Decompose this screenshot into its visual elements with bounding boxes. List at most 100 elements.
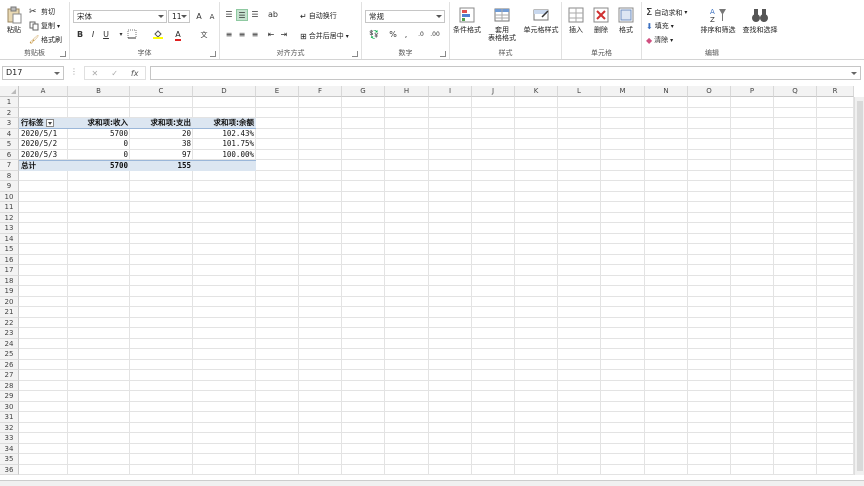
row-header-15[interactable]: 15 [0, 244, 19, 255]
pivot-row-cell[interactable]: 2020/5/3 [19, 150, 68, 161]
insert-button[interactable]: 插入 [564, 6, 588, 34]
increase-decimal-button[interactable]: .0 [415, 29, 427, 41]
align-bottom-button[interactable]: ☰ [249, 9, 261, 21]
row-header-33[interactable]: 33 [0, 433, 19, 444]
find-select-button[interactable]: 查找和选择 [738, 6, 782, 34]
scrollbar-thumb[interactable] [857, 101, 863, 471]
row-header-36[interactable]: 36 [0, 464, 19, 475]
align-right-button[interactable]: ≡ [249, 29, 261, 41]
column-header-g[interactable]: G [342, 86, 385, 97]
pivot-total-cell[interactable]: 155 [130, 160, 193, 171]
pivot-row-cell[interactable]: 0 [68, 139, 130, 150]
expand-formula-icon[interactable] [851, 72, 857, 75]
phonetic-button[interactable]: 文 [198, 29, 210, 41]
bold-button[interactable]: B [74, 29, 86, 41]
border-button[interactable] [126, 29, 138, 41]
decrease-decimal-button[interactable]: .00 [429, 29, 441, 41]
sheet-tab-bar[interactable] [0, 480, 864, 486]
pivot-header-cell[interactable]: 行标签 [19, 118, 68, 129]
row-header-28[interactable]: 28 [0, 380, 19, 391]
format-button[interactable]: 格式 [614, 6, 638, 34]
font-color-button[interactable]: A [172, 29, 184, 41]
pivot-total-cell[interactable]: 总计 [19, 160, 68, 171]
row-header-7[interactable]: 7 [0, 160, 19, 171]
column-header-o[interactable]: O [688, 86, 731, 97]
pivot-row-cell[interactable]: 97 [130, 150, 193, 161]
column-header-c[interactable]: C [130, 86, 193, 97]
row-header-21[interactable]: 21 [0, 307, 19, 318]
pivot-row-cell[interactable]: 101.75% [193, 139, 256, 150]
font-size-combo[interactable]: 11 [168, 10, 190, 23]
row-header-34[interactable]: 34 [0, 443, 19, 454]
pivot-header-cell[interactable]: 求和项:余额 [193, 118, 256, 129]
column-header-i[interactable]: I [429, 86, 472, 97]
autosum-button[interactable]: Σ 自动求和 ▾ [646, 7, 687, 18]
row-header-14[interactable]: 14 [0, 233, 19, 244]
comma-style-button[interactable]: , [400, 29, 412, 41]
number-format-combo[interactable]: 常规 [365, 10, 445, 23]
row-header-25[interactable]: 25 [0, 349, 19, 360]
font-launcher-icon[interactable] [210, 51, 216, 57]
formula-bar-grip[interactable]: ⋮ [70, 67, 78, 76]
align-center-button[interactable]: ≡ [236, 29, 248, 41]
merge-center-button[interactable]: ⊞ 合并后居中 ▾ [300, 31, 349, 41]
clipboard-launcher-icon[interactable] [60, 51, 66, 57]
column-header-e[interactable]: E [256, 86, 299, 97]
column-header-f[interactable]: F [299, 86, 342, 97]
filter-dropdown-icon[interactable] [45, 119, 54, 127]
font-name-combo[interactable]: 宋体 [73, 10, 167, 23]
name-box[interactable]: D17 [2, 66, 64, 80]
row-header-12[interactable]: 12 [0, 212, 19, 223]
pivot-row-cell[interactable]: 0 [68, 150, 130, 161]
pivot-row-cell[interactable]: 2020/5/2 [19, 139, 68, 150]
row-header-26[interactable]: 26 [0, 359, 19, 370]
row-header-13[interactable]: 13 [0, 223, 19, 234]
shrink-font-button[interactable]: A [206, 11, 218, 23]
cell-styles-button[interactable]: 单元格样式 [520, 6, 562, 34]
align-middle-button[interactable]: ☰ [236, 9, 248, 21]
row-header-31[interactable]: 31 [0, 412, 19, 423]
vertical-scrollbar[interactable] [854, 97, 864, 475]
formula-input[interactable] [150, 66, 861, 80]
row-header-2[interactable]: 2 [0, 107, 19, 118]
row-header-17[interactable]: 17 [0, 265, 19, 276]
pivot-header-cell[interactable]: 求和项:收入 [68, 118, 130, 129]
italic-button[interactable]: I [87, 29, 99, 41]
column-header-q[interactable]: Q [774, 86, 817, 97]
row-header-16[interactable]: 16 [0, 254, 19, 265]
decrease-indent-button[interactable]: ⇤ [265, 29, 277, 41]
column-header-n[interactable]: N [645, 86, 688, 97]
column-header-h[interactable]: H [385, 86, 429, 97]
cut-button[interactable]: ✂ 剪切 [29, 7, 55, 17]
row-header-4[interactable]: 4 [0, 128, 19, 139]
accounting-format-button[interactable]: 💱 [365, 29, 383, 41]
conditional-formatting-button[interactable]: 条件格式 [450, 6, 484, 34]
row-header-20[interactable]: 20 [0, 296, 19, 307]
column-header-k[interactable]: K [515, 86, 558, 97]
row-header-24[interactable]: 24 [0, 338, 19, 349]
underline-button[interactable]: U [100, 29, 112, 41]
row-header-19[interactable]: 19 [0, 286, 19, 297]
row-header-35[interactable]: 35 [0, 454, 19, 465]
row-header-1[interactable]: 1 [0, 97, 19, 108]
row-header-30[interactable]: 30 [0, 401, 19, 412]
column-header-r[interactable]: R [817, 86, 854, 97]
row-header-8[interactable]: 8 [0, 170, 19, 181]
select-all-corner[interactable] [0, 86, 19, 97]
pivot-row-cell[interactable]: 38 [130, 139, 193, 150]
delete-button[interactable]: 删除 [589, 6, 613, 34]
row-header-23[interactable]: 23 [0, 328, 19, 339]
pivot-row-cell[interactable]: 20 [130, 129, 193, 140]
pivot-total-cell[interactable] [193, 160, 256, 171]
column-header-l[interactable]: L [558, 86, 601, 97]
enter-icon[interactable]: ✓ [111, 69, 118, 78]
row-header-18[interactable]: 18 [0, 275, 19, 286]
worksheet-grid[interactable]: ABCDEFGHIJKLMNOPQR 1 2 3 4 5 6 7 8 9 10 11 12 13 14 15… [0, 86, 864, 486]
number-launcher-icon[interactable] [440, 51, 446, 57]
row-header-6[interactable]: 6 [0, 149, 19, 160]
column-header-a[interactable]: A [19, 86, 68, 97]
column-header-m[interactable]: M [601, 86, 645, 97]
wrap-text-button[interactable]: ↵ 自动换行 [300, 11, 337, 21]
cancel-icon[interactable]: ✕ [92, 69, 99, 78]
row-header-29[interactable]: 29 [0, 391, 19, 402]
